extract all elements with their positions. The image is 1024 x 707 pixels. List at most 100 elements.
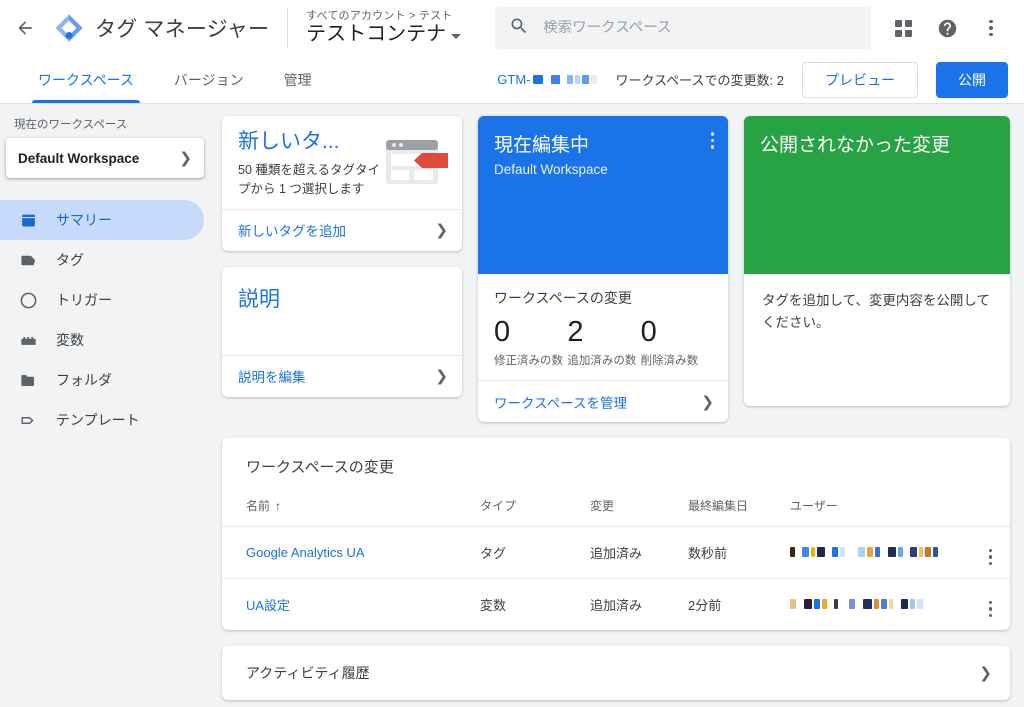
stat-deleted-value: 0 [640,316,657,348]
row-type-cell: タグ [480,526,590,580]
stat-added: 2 追加済みの数 [567,316,640,370]
add-new-tag-action[interactable]: 新しいタグを追加 ❯ [222,208,462,251]
row-change-cell: 追加済み [590,526,688,580]
workspace-selector[interactable]: Default Workspace ❯ [6,138,204,178]
stat-modified-value: 0 [494,316,511,348]
activity-history-card[interactable]: アクティビティ履歴 ❯ [222,646,1010,701]
sidebar-item-triggers[interactable]: トリガー [0,280,204,320]
publish-button[interactable]: 公開 [936,61,1008,98]
row-user-redacted [790,547,938,558]
trigger-icon [18,290,38,310]
table-row[interactable]: Google Analytics UA タグ 追加済み 数秒前 [222,526,1010,580]
more-vertical-icon[interactable] [988,548,992,566]
stat-added-label: 追加済みの数 [567,355,637,368]
tab-versions[interactable]: バージョン [154,56,264,103]
unpublished-changes-header: 公開されなかった変更 [744,116,1010,274]
column-header-user[interactable]: ユーザー [790,489,964,528]
header-icon-group [884,9,1010,47]
tab-admin[interactable]: 管理 [264,56,332,103]
row-name-cell: Google Analytics UA [222,526,480,580]
breadcrumb: すべてのアカウント > テスト [306,10,453,23]
apps-grid-icon[interactable] [884,9,922,47]
search-icon [509,16,529,41]
variable-icon [18,330,38,350]
workspace-name: Default Workspace [18,150,140,166]
table-row[interactable]: UA設定 変数 追加済み 2分前 [222,579,1010,631]
product-name: タグ マネージャー [95,18,270,41]
manage-workspace-action[interactable]: ワークスペースを管理 ❯ [478,380,728,422]
edit-description-label: 説明を編集 [238,370,306,386]
stat-modified-label: 修正済みの数 [494,355,563,368]
tab-workspace[interactable]: ワークスペース [18,56,154,103]
sidebar-item-templates[interactable]: テンプレート [0,400,204,440]
workspace-changes-table-title: ワークスペースの変更 [246,459,394,477]
new-tag-card: 新しいタ... 50 種類を超えるタグタイプから 1 つ選択します 新しいタグを… [222,116,462,251]
sidebar-item-variables-label: 変数 [56,332,84,348]
stat-deleted-label: 削除済み数 [640,355,699,368]
tab-bar: ワークスペース バージョン 管理 GTM- ワークスペースでの変更数: 2 プレ… [0,56,1024,104]
currently-editing-card: 現在編集中 Default Workspace ワークスペースの変更 0 修正済… [478,116,728,423]
tag-icon [18,250,38,270]
chevron-down-icon[interactable] [451,33,462,39]
more-vertical-icon[interactable] [972,9,1010,47]
current-workspace-label: 現在のワークスペース [14,119,128,131]
search-input[interactable] [543,20,858,36]
column-header-change[interactable]: 変更 [590,489,688,528]
container-context[interactable]: すべてのアカウント > テスト テストコンテナ [306,10,462,46]
tab-versions-label: バージョン [173,71,244,88]
browser-tag-illustration-icon [384,136,450,192]
stat-added-value: 2 [567,316,584,348]
workspace-changes-table-card: ワークスペースの変更 名前 ↑ タイプ 変更 最終編集日 ユーザー Google… [222,438,1010,631]
more-vertical-icon[interactable] [710,132,714,152]
tag-manager-logo-icon [54,13,84,43]
column-header-name[interactable]: 名前 ↑ [222,489,480,528]
chevron-right-icon: ❯ [435,222,448,240]
sidebar-item-summary-label: サマリー [56,212,112,228]
tab-list: ワークスペース バージョン 管理 [18,56,332,103]
sidebar-item-summary[interactable]: サマリー [0,200,204,240]
unpublished-changes-body: タグを追加して、変更内容を公開してください。 [762,293,991,331]
workspace-changes-count: ワークスペースでの変更数: 2 [615,73,784,88]
sidebar-item-tags-label: タグ [56,252,84,268]
sidebar-item-variables[interactable]: 変数 [0,320,204,360]
row-menu-cell[interactable] [964,579,1010,631]
workspace-change-stats-title: ワークスペースの変更 [494,290,632,306]
sidebar-item-folders[interactable]: フォルダ [0,360,204,400]
row-type-cell: 変数 [480,598,507,614]
edit-description-action[interactable]: 説明を編集 ❯ [222,354,462,397]
preview-button[interactable]: プレビュー [802,61,918,98]
sidebar-nav: サマリー タグ トリガー 変数 フォルダ テンプレート [0,200,220,440]
row-last-edited-cell: 2分前 [688,598,722,614]
chevron-right-icon: ❯ [435,368,448,386]
activity-history-title: アクティビティ履歴 [246,665,370,682]
top-header-bar: タグ マネージャー すべてのアカウント > テスト テストコンテナ [0,0,1024,56]
main-content: 新しいタ... 50 種類を超えるタグタイプから 1 つ選択します 新しいタグを… [220,104,1024,707]
row-name-link[interactable]: Google Analytics UA [246,545,365,560]
column-header-last-edited[interactable]: 最終編集日 [688,489,790,528]
unpublished-changes-title: 公開されなかった変更 [760,135,951,156]
sidebar-item-tags[interactable]: タグ [0,240,204,280]
row-menu-cell[interactable] [964,526,1010,580]
table-header-row: 名前 ↑ タイプ 変更 最終編集日 ユーザー [222,489,1010,528]
row-name-link[interactable]: UA設定 [246,598,290,613]
chevron-right-icon: ❯ [701,393,714,411]
sort-ascending-icon: ↑ [275,499,282,514]
tab-admin-label: 管理 [283,71,312,88]
folder-icon [18,370,38,390]
gtm-container-id[interactable]: GTM- [497,72,598,87]
column-header-name-label: 名前 [246,499,271,514]
brand-block: タグ マネージャー [42,13,269,43]
search-box[interactable] [495,7,872,49]
currently-editing-header: 現在編集中 Default Workspace [478,116,728,274]
summary-cards-row: 新しいタ... 50 種類を超えるタグタイプから 1 つ選択します 新しいタグを… [222,116,1010,423]
stat-deleted: 0 削除済み数 [641,316,714,370]
column-header-type[interactable]: タイプ [480,489,590,528]
row-change-cell: 追加済み [590,598,643,614]
back-arrow-icon[interactable] [8,11,42,45]
currently-editing-title: 現在編集中 [494,135,590,156]
help-icon[interactable] [928,9,966,47]
row-last-edited-cell: 数秒前 [688,526,790,580]
sidebar-item-triggers-label: トリガー [56,292,112,308]
add-new-tag-label: 新しいタグを追加 [238,224,346,240]
more-vertical-icon[interactable] [988,600,992,618]
